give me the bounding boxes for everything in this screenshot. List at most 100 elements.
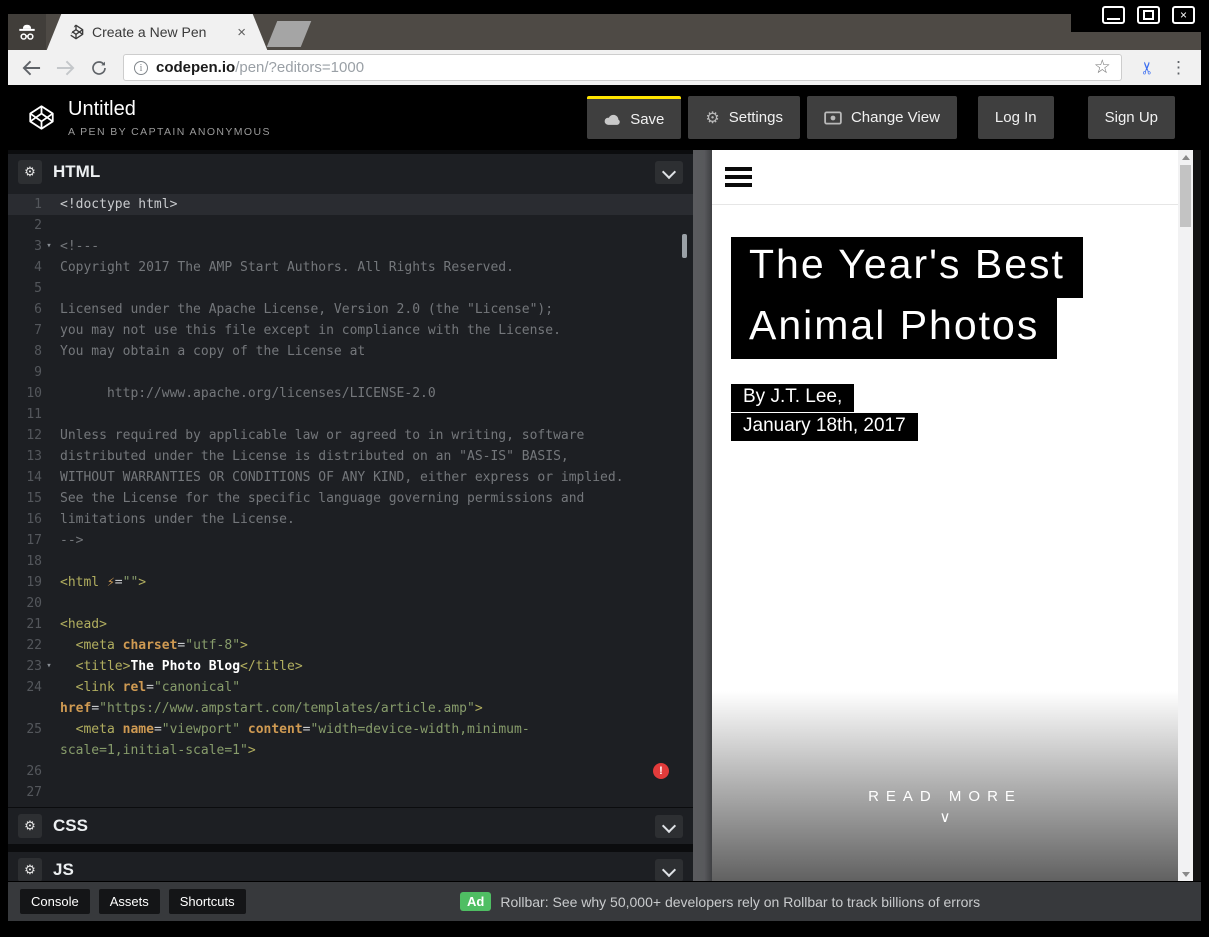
code-line[interactable]: 5 bbox=[8, 278, 693, 299]
code-line[interactable]: 11 bbox=[8, 404, 693, 425]
js-collapse-chevron-icon[interactable] bbox=[655, 859, 683, 882]
reload-icon[interactable] bbox=[90, 59, 108, 77]
fold-arrow-icon[interactable]: ▾ bbox=[42, 236, 56, 257]
code-text bbox=[56, 782, 60, 803]
css-collapse-chevron-icon[interactable] bbox=[655, 815, 683, 838]
html-panel-header[interactable]: ⚙ HTML bbox=[8, 154, 693, 190]
code-token: <meta bbox=[76, 722, 123, 737]
bookmark-star-icon[interactable]: ☆ bbox=[1094, 56, 1111, 79]
code-line[interactable]: 15See the License for the specific langu… bbox=[8, 488, 693, 509]
save-button[interactable]: Save bbox=[587, 96, 681, 139]
code-token: "viewport" bbox=[162, 722, 240, 737]
css-gear-icon[interactable]: ⚙ bbox=[18, 814, 42, 838]
read-more-chevron-icon: ∨ bbox=[712, 808, 1178, 826]
editor-scrollbar-thumb[interactable] bbox=[682, 234, 687, 258]
preview-scrollbar-thumb[interactable] bbox=[1180, 165, 1191, 227]
extension-scissors-icon[interactable]: ✂ bbox=[1138, 60, 1158, 74]
preview-article: The Year's Best Animal Photos By J.T. Le… bbox=[712, 206, 1178, 881]
code-token bbox=[60, 722, 76, 737]
codepen-logo-icon[interactable] bbox=[28, 104, 55, 131]
save-label: Save bbox=[630, 111, 664, 128]
code-line[interactable]: 22 <meta charset="utf-8"> bbox=[8, 635, 693, 656]
code-line[interactable]: 18 bbox=[8, 551, 693, 572]
code-line[interactable]: 25 <meta name="viewport" content="width=… bbox=[8, 719, 693, 761]
sign-up-label: Sign Up bbox=[1105, 109, 1158, 126]
scroll-up-arrow-icon[interactable] bbox=[1178, 150, 1193, 164]
editor-preview-splitter[interactable] bbox=[693, 150, 712, 881]
window-minimize-button[interactable] bbox=[1102, 6, 1125, 24]
settings-label: Settings bbox=[729, 109, 783, 126]
code-line[interactable]: 7you may not use this file except in com… bbox=[8, 320, 693, 341]
browser-menu-icon[interactable]: ⋮ bbox=[1170, 58, 1187, 78]
code-line[interactable]: 3▾<!--- bbox=[8, 236, 693, 257]
address-bar[interactable]: i codepen.io/pen/?editors=1000 ☆ bbox=[123, 54, 1122, 81]
code-text: Unless required by applicable law or agr… bbox=[56, 425, 584, 446]
code-line[interactable]: 26! bbox=[8, 761, 693, 782]
read-more-link[interactable]: READ MORE ∨ bbox=[712, 788, 1178, 826]
ad-banner[interactable]: Ad Rollbar: See why 50,000+ developers r… bbox=[460, 892, 980, 911]
code-line[interactable]: 10 http://www.apache.org/licenses/LICENS… bbox=[8, 383, 693, 404]
code-line[interactable]: 16limitations under the License. bbox=[8, 509, 693, 530]
sign-up-button[interactable]: Sign Up bbox=[1088, 96, 1175, 139]
code-line[interactable]: 19<html ⚡=""> bbox=[8, 572, 693, 593]
preview-scrollbar[interactable] bbox=[1178, 150, 1193, 881]
forward-icon[interactable] bbox=[56, 60, 75, 76]
line-number: 7 bbox=[8, 320, 42, 341]
code-line[interactable]: 27 bbox=[8, 782, 693, 803]
settings-button[interactable]: ⚙ Settings bbox=[688, 96, 800, 139]
shortcuts-button[interactable]: Shortcuts bbox=[169, 889, 246, 914]
tab-title: Create a New Pen bbox=[92, 24, 206, 40]
code-token: href bbox=[60, 701, 91, 716]
code-line[interactable]: 9 bbox=[8, 362, 693, 383]
console-button[interactable]: Console bbox=[20, 889, 90, 914]
page-info-icon[interactable]: i bbox=[134, 61, 148, 75]
change-view-button[interactable]: Change View bbox=[807, 96, 957, 139]
window-maximize-button[interactable] bbox=[1137, 6, 1160, 24]
article-title-line1: The Year's Best bbox=[731, 237, 1083, 298]
js-gear-icon[interactable]: ⚙ bbox=[18, 858, 42, 881]
code-token bbox=[60, 638, 76, 653]
back-icon[interactable] bbox=[22, 60, 41, 76]
code-token: Copyright 2017 The AMP Start Authors. Al… bbox=[60, 260, 514, 275]
code-line[interactable]: 12Unless required by applicable law or a… bbox=[8, 425, 693, 446]
css-panel-header[interactable]: ⚙ CSS bbox=[8, 807, 693, 844]
code-line[interactable]: 8You may obtain a copy of the License at bbox=[8, 341, 693, 362]
log-in-label: Log In bbox=[995, 109, 1037, 126]
log-in-button[interactable]: Log In bbox=[978, 96, 1054, 139]
code-token: You may obtain a copy of the License at bbox=[60, 344, 365, 359]
html-code-editor[interactable]: 1<!doctype html>23▾<!---4Copyright 2017 … bbox=[8, 190, 693, 807]
browser-tab[interactable]: Create a New Pen × bbox=[62, 14, 252, 50]
html-collapse-chevron-icon[interactable] bbox=[655, 161, 683, 184]
code-line[interactable]: 21<head> bbox=[8, 614, 693, 635]
read-more-gradient bbox=[712, 691, 1178, 881]
window-close-button[interactable]: × bbox=[1172, 6, 1195, 24]
article-byline-date: January 18th, 2017 bbox=[731, 413, 918, 441]
code-token: limitations under the License. bbox=[60, 512, 295, 527]
assets-button[interactable]: Assets bbox=[99, 889, 160, 914]
code-text bbox=[56, 362, 60, 383]
code-line[interactable]: 13distributed under the License is distr… bbox=[8, 446, 693, 467]
code-token: > bbox=[248, 743, 256, 758]
code-line[interactable]: 4Copyright 2017 The AMP Start Authors. A… bbox=[8, 257, 693, 278]
code-token: "" bbox=[123, 575, 139, 590]
pen-title[interactable]: Untitled bbox=[68, 98, 271, 121]
code-line[interactable]: 6Licensed under the Apache License, Vers… bbox=[8, 299, 693, 320]
scroll-down-arrow-icon[interactable] bbox=[1178, 867, 1193, 881]
code-line[interactable]: 2 bbox=[8, 215, 693, 236]
fold-arrow-icon[interactable]: ▾ bbox=[42, 656, 56, 677]
url-host: codepen.io bbox=[156, 59, 235, 76]
error-badge[interactable]: ! bbox=[653, 763, 669, 779]
code-line[interactable]: 14WITHOUT WARRANTIES OR CONDITIONS OF AN… bbox=[8, 467, 693, 488]
new-tab-button[interactable] bbox=[267, 21, 312, 47]
hamburger-menu-icon[interactable] bbox=[725, 167, 752, 187]
tab-close-icon[interactable]: × bbox=[237, 24, 246, 41]
code-line[interactable]: 24 <link rel="canonical"href="https://ww… bbox=[8, 677, 693, 719]
code-token: </title> bbox=[240, 659, 303, 674]
code-text: <meta name="viewport" content="width=dev… bbox=[56, 719, 530, 761]
html-gear-icon[interactable]: ⚙ bbox=[18, 160, 42, 184]
js-panel-header[interactable]: ⚙ JS bbox=[8, 852, 693, 881]
code-line[interactable]: 23▾ <title>The Photo Blog</title> bbox=[8, 656, 693, 677]
code-line[interactable]: 1<!doctype html> bbox=[8, 194, 693, 215]
code-line[interactable]: 20 bbox=[8, 593, 693, 614]
code-line[interactable]: 17--> bbox=[8, 530, 693, 551]
